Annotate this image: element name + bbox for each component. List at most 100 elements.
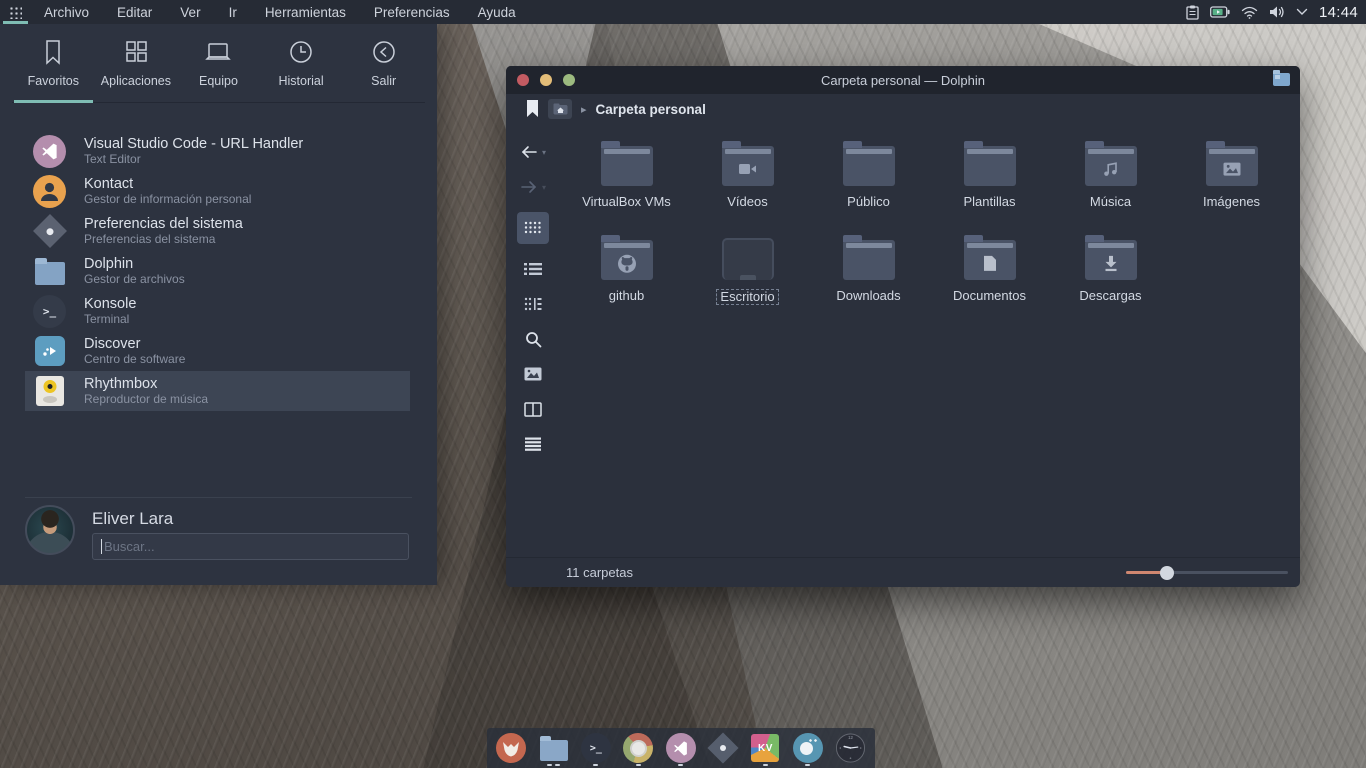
dock-settings[interactable] — [708, 730, 738, 766]
app-launcher-button[interactable] — [0, 0, 30, 24]
menu-button[interactable] — [524, 434, 542, 454]
folder-item-github[interactable]: github — [566, 232, 687, 314]
slider-handle[interactable] — [1160, 566, 1174, 580]
app-item-dolphin[interactable]: Dolphin Gestor de archivos — [25, 251, 410, 291]
menu-ayuda[interactable]: Ayuda — [464, 0, 530, 24]
menu-ver[interactable]: Ver — [166, 0, 214, 24]
tab-salir[interactable]: Salir — [342, 38, 425, 102]
list-view-button[interactable] — [524, 259, 542, 279]
forward-dropdown-icon[interactable]: ▾ — [542, 183, 546, 192]
split-view-button[interactable] — [524, 399, 542, 419]
dolphin-folder-icon — [35, 262, 65, 285]
icons-view-button[interactable] — [517, 212, 549, 244]
compact-view-button[interactable] — [524, 294, 542, 314]
titlebar[interactable]: Carpeta personal — Dolphin — [506, 66, 1300, 94]
clipboard-icon[interactable] — [1186, 5, 1199, 20]
forward-button[interactable]: ▾ — [520, 177, 546, 197]
location-bar: ▸ Carpeta personal — [506, 94, 1300, 124]
app-item-system-settings[interactable]: Preferencias del sistema Preferencias de… — [25, 211, 410, 251]
paint-app-icon — [793, 733, 823, 763]
tab-favoritos[interactable]: Favoritos — [12, 38, 95, 102]
favorites-list: Visual Studio Code - URL Handler Text Ed… — [25, 131, 410, 411]
clock[interactable]: 14:44 — [1319, 4, 1358, 21]
menu-herramientas[interactable]: Herramientas — [251, 0, 360, 24]
folder-icon — [1206, 146, 1258, 186]
menu-editar[interactable]: Editar — [103, 0, 166, 24]
volume-icon[interactable] — [1269, 5, 1285, 19]
tab-label: Aplicaciones — [101, 74, 171, 88]
discover-icon — [35, 336, 65, 366]
folder-item-escritorio[interactable]: Escritorio — [687, 232, 808, 314]
menu-preferencias[interactable]: Preferencias — [360, 0, 464, 24]
app-item-konsole[interactable]: >_ Konsole Terminal — [25, 291, 410, 331]
music-icon — [1103, 161, 1119, 177]
tab-aplicaciones[interactable]: Aplicaciones — [95, 38, 178, 102]
folder-item-musica[interactable]: Música — [1050, 138, 1171, 220]
app-item-rhythmbox[interactable]: Rhythmbox Reproductor de música — [25, 371, 410, 411]
search-input[interactable]: Buscar... — [92, 533, 409, 560]
forward-arrow-icon — [520, 180, 538, 194]
folder-item-plantillas[interactable]: Plantillas — [929, 138, 1050, 220]
running-indicator — [678, 764, 683, 766]
app-item-kontact[interactable]: Kontact Gestor de información personal — [25, 171, 410, 211]
folder-label: Imágenes — [1203, 195, 1260, 209]
github-icon — [616, 252, 638, 274]
back-button[interactable]: ▾ — [520, 142, 546, 162]
konsole-icon: >_ — [33, 295, 66, 328]
app-item-vscode[interactable]: Visual Studio Code - URL Handler Text Ed… — [25, 131, 410, 171]
app-description: Text Editor — [84, 153, 303, 166]
tab-equipo[interactable]: Equipo — [177, 38, 260, 102]
preview-button[interactable] — [524, 364, 542, 384]
dock-vscode[interactable] — [666, 730, 696, 766]
folder-item-videos[interactable]: Vídeos — [687, 138, 808, 220]
dock-chromium[interactable] — [623, 730, 653, 766]
dock-kvantum[interactable]: KV — [750, 730, 780, 766]
back-dropdown-icon[interactable]: ▾ — [542, 148, 546, 157]
folder-item-downloads[interactable]: Downloads — [808, 232, 929, 314]
tab-label: Favoritos — [28, 74, 79, 88]
user-area: Eliver Lara Buscar... — [0, 497, 437, 498]
kontact-icon — [33, 175, 66, 208]
home-breadcrumb-button[interactable] — [548, 99, 572, 119]
dock-terminal[interactable]: >_ — [581, 730, 611, 766]
tab-label: Salir — [371, 74, 396, 88]
bookmark-icon[interactable] — [526, 100, 539, 118]
image-icon — [1223, 162, 1241, 176]
file-manager-icon — [540, 740, 568, 761]
wifi-icon[interactable] — [1241, 6, 1258, 19]
terminal-icon: >_ — [581, 733, 611, 763]
folder-item-imagenes[interactable]: Imágenes — [1171, 138, 1292, 220]
search-placeholder: Buscar... — [104, 539, 155, 554]
app-item-discover[interactable]: Discover Centro de software — [25, 331, 410, 371]
menu-icon — [524, 437, 542, 451]
folder-icon — [1085, 240, 1137, 280]
breadcrumb-current[interactable]: Carpeta personal — [596, 102, 706, 117]
side-toolbar: ▾ ▾ — [506, 124, 560, 557]
dock-clock-widget[interactable]: 12 — [835, 730, 866, 766]
dock: >_ KV 12 — [487, 728, 875, 768]
user-avatar[interactable] — [25, 505, 75, 555]
dock-firefox[interactable] — [496, 730, 526, 766]
leave-icon — [370, 38, 398, 66]
menu-ir[interactable]: Ir — [215, 0, 251, 24]
app-name: Dolphin — [84, 257, 185, 272]
dock-file-manager[interactable] — [538, 730, 568, 766]
app-description: Gestor de archivos — [84, 273, 185, 286]
folder-item-documentos[interactable]: Documentos — [929, 232, 1050, 314]
battery-icon[interactable] — [1210, 6, 1230, 18]
folder-label: VirtualBox VMs — [582, 195, 671, 209]
folder-item-descargas[interactable]: Descargas — [1050, 232, 1171, 314]
list-view-icon — [524, 262, 542, 276]
tab-historial[interactable]: Historial — [260, 38, 343, 102]
zoom-slider[interactable] — [1126, 566, 1288, 580]
dock-paint-app[interactable] — [793, 730, 823, 766]
chevron-down-icon[interactable] — [1296, 8, 1308, 16]
vscode-icon — [33, 135, 66, 168]
folder-label: Escritorio — [716, 289, 778, 305]
menu-archivo[interactable]: Archivo — [30, 0, 103, 24]
folder-item-publico[interactable]: Público — [808, 138, 929, 220]
app-description: Preferencias del sistema — [84, 233, 243, 246]
search-button[interactable] — [525, 329, 542, 349]
folder-item-virtualbox[interactable]: VirtualBox VMs — [566, 138, 687, 220]
bookmark-icon — [40, 38, 66, 66]
